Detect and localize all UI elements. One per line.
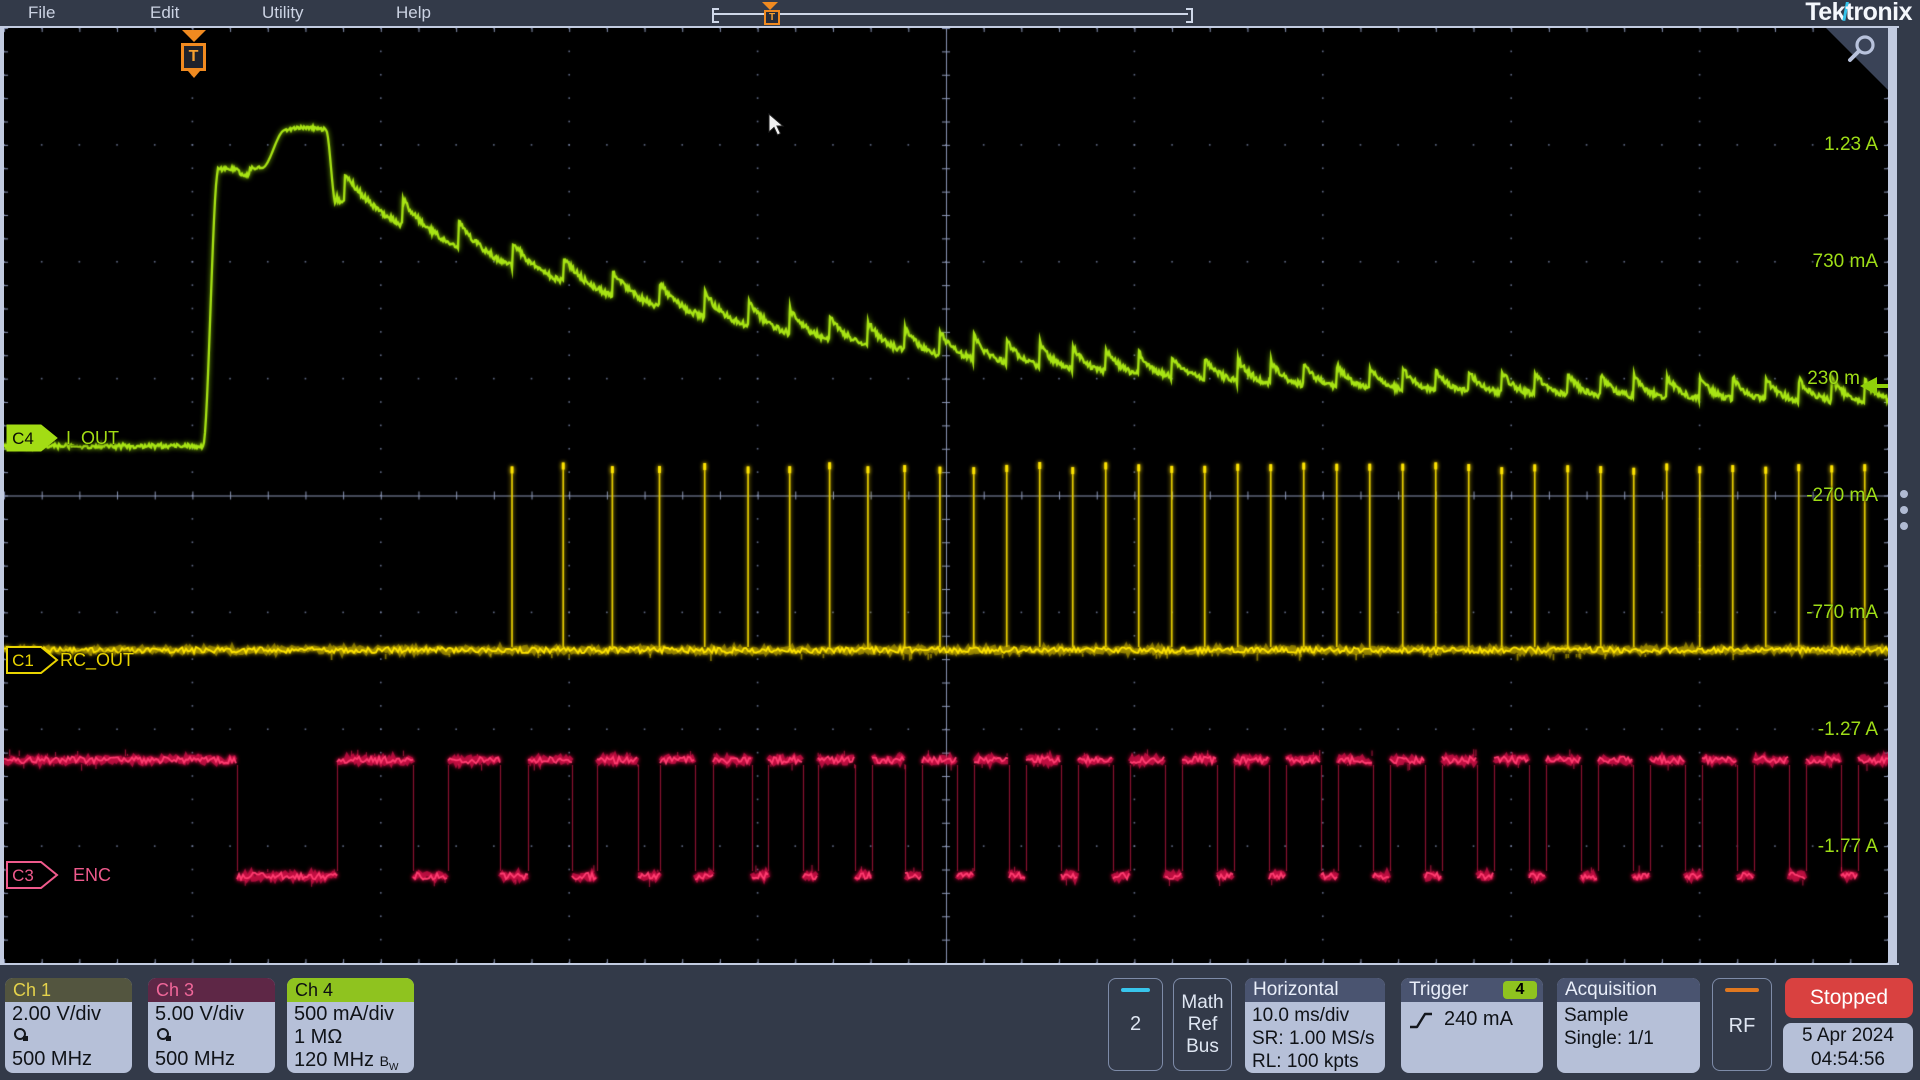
acquisition-panel[interactable]: Acquisition Sample Single: 1/1 (1557, 978, 1700, 1073)
horizontal-title: Horizontal (1245, 978, 1385, 1002)
svg-text:C1: C1 (12, 651, 34, 670)
bw-limit-mark: BW (380, 1053, 399, 1069)
svg-text:C4: C4 (12, 429, 34, 448)
sample-rate: SR: 1.00 MS/s (1252, 1027, 1378, 1050)
horizontal-panel[interactable]: Horizontal 10.0 ms/div SR: 1.00 MS/s RL:… (1245, 978, 1385, 1073)
scroll-handle-dot[interactable] (1900, 522, 1908, 530)
scroll-handle-dot[interactable] (1900, 490, 1908, 498)
trigger-level: 240 mA (1444, 1008, 1513, 1031)
scroll-handle-dot[interactable] (1900, 506, 1908, 514)
display-scrollbar-right[interactable] (1888, 28, 1897, 963)
oscilloscope-screen: File Edit Utility Help Tek/tronix T T (0, 0, 1920, 1080)
ch4-bandwidth: 120 MHz BW (294, 1049, 407, 1073)
horizontal-body: 10.0 ms/div SR: 1.00 MS/s RL: 100 kpts (1245, 1002, 1385, 1073)
bus-label: Bus (1174, 1036, 1231, 1058)
svg-text:C3: C3 (12, 866, 34, 885)
magnifier-icon[interactable] (1844, 34, 1878, 68)
trigger-source-badge: 4 (1503, 981, 1537, 999)
ch1-scale: 2.00 V/div (12, 1003, 125, 1026)
minimap-trigger-marker[interactable]: T (764, 10, 780, 25)
ch3-body: 5.00 V/div 500 MHz (148, 1002, 275, 1072)
record-length: RL: 100 kpts (1252, 1050, 1378, 1073)
menu-bar: File Edit Utility Help Tek/tronix T (0, 0, 1920, 26)
ch3-scale: 5.00 V/div (155, 1003, 268, 1026)
datetime-badge[interactable]: 5 Apr 2024 04:54:56 (1783, 1023, 1913, 1073)
acquisition-body: Sample Single: 1/1 (1557, 1002, 1700, 1052)
trigger-panel[interactable]: Trigger 4 240 mA (1401, 978, 1543, 1073)
menu-edit[interactable]: Edit (150, 0, 179, 26)
ch4-header: Ch 4 (287, 978, 414, 1002)
ref-label: Ref (1174, 1014, 1231, 1036)
date-label: 5 Apr 2024 (1783, 1024, 1913, 1048)
menu-file[interactable]: File (28, 0, 55, 26)
trigger-title: Trigger 4 (1401, 978, 1543, 1002)
trigger-position-flag[interactable]: T (181, 30, 207, 78)
minimap-trigger-arrow-icon[interactable] (762, 2, 778, 10)
ch1-header: Ch 1 (5, 978, 132, 1002)
rf-label: RF (1713, 1015, 1771, 1038)
record-view-scrollbar[interactable] (714, 13, 1188, 15)
math-ref-bus-button[interactable]: Math Ref Bus (1173, 978, 1232, 1071)
menu-help[interactable]: Help (396, 0, 431, 26)
ch4-impedance: 1 MΩ (294, 1026, 407, 1049)
ch1-probe-row (12, 1026, 125, 1048)
ch4-scale: 500 mA/div (294, 1003, 407, 1026)
probe-icon (155, 1026, 175, 1043)
rf-button[interactable]: RF (1712, 978, 1772, 1071)
trigger-flag-tail-icon (188, 71, 200, 78)
time-label: 04:54:56 (1783, 1048, 1913, 1072)
ch4-body: 500 mA/div 1 MΩ 120 MHz BW (287, 1002, 414, 1073)
waveform-view-button[interactable]: 2 (1108, 978, 1163, 1071)
record-view-left-bracket[interactable] (712, 8, 719, 23)
channel-badge-ch1[interactable]: Ch 1 2.00 V/div 500 MHz (5, 978, 132, 1073)
acquisition-count: Single: 1/1 (1564, 1027, 1693, 1050)
acquisition-mode: Sample (1564, 1004, 1693, 1027)
channel-badge-ch3[interactable]: Ch 3 5.00 V/div 500 MHz (148, 978, 275, 1073)
trigger-body: 240 mA (1401, 1002, 1543, 1033)
rf-accent-bar (1725, 988, 1759, 992)
channel-flag-c4[interactable]: C4 (5, 423, 61, 458)
math-label: Math (1174, 992, 1231, 1014)
channel-flag-c3[interactable]: C3 (5, 860, 61, 895)
display-border-bottom (0, 963, 1899, 965)
probe-icon (12, 1026, 32, 1043)
ch1-bandwidth: 500 MHz (12, 1048, 125, 1071)
tektronix-logo: Tek/tronix (1805, 0, 1912, 26)
rising-edge-icon (1408, 1010, 1434, 1030)
channel-badge-ch4[interactable]: Ch 4 500 mA/div 1 MΩ 120 MHz BW (287, 978, 414, 1073)
menu-utility[interactable]: Utility (262, 0, 304, 26)
run-state-button[interactable]: Stopped (1785, 978, 1913, 1018)
ch3-bandwidth: 500 MHz (155, 1048, 268, 1071)
record-view-right-bracket[interactable] (1186, 8, 1193, 23)
view-accent-bar (1121, 988, 1150, 992)
ch3-header: Ch 3 (148, 978, 275, 1002)
view-count: 2 (1109, 1013, 1162, 1036)
trigger-arrow-icon (182, 30, 206, 42)
ch3-probe-row (155, 1026, 268, 1048)
trigger-level-arrow-icon[interactable] (1860, 377, 1877, 395)
acquisition-title: Acquisition (1557, 978, 1700, 1002)
waveform-display[interactable] (4, 28, 1888, 963)
ch1-body: 2.00 V/div 500 MHz (5, 1002, 132, 1072)
trigger-t-badge: T (181, 43, 206, 71)
horizontal-scale: 10.0 ms/div (1252, 1004, 1378, 1027)
channel-flag-c1[interactable]: C1 (5, 645, 61, 680)
